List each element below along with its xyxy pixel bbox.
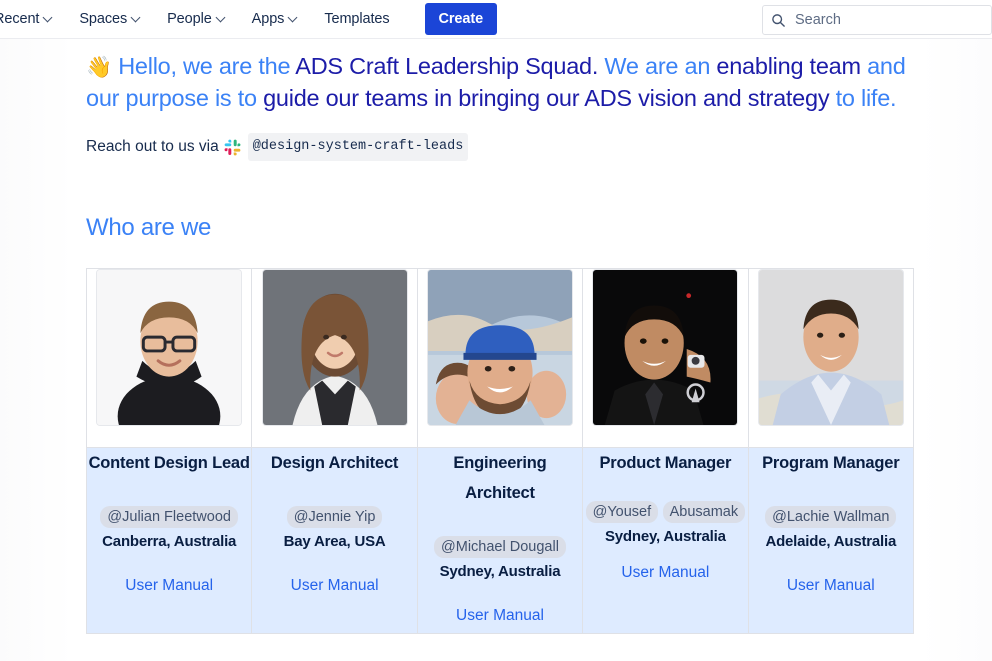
nav-item-apps[interactable]: Apps bbox=[239, 3, 312, 35]
member-mention-wrap: @Michael Dougall bbox=[418, 508, 582, 559]
create-button[interactable]: Create bbox=[424, 3, 498, 35]
user-manual-link[interactable]: User Manual bbox=[583, 562, 747, 584]
member-mention-wrap: @Lachie Wallman bbox=[749, 478, 913, 529]
member-location: Canberra, Australia bbox=[102, 533, 237, 550]
intro-paragraph: 👋 Hello, we are the ADS Craft Leadership… bbox=[86, 51, 914, 113]
search-input[interactable] bbox=[795, 12, 983, 28]
top-navigation-bar: Recent Spaces People Apps Templates Crea… bbox=[0, 0, 992, 39]
intro-segment-2: ADS Craft Leadership Squad. bbox=[295, 53, 599, 79]
section-title-who-are-we: Who are we bbox=[86, 214, 212, 241]
chevron-down-icon bbox=[132, 13, 141, 22]
table-row-photos bbox=[85, 268, 915, 448]
member-role: Design Architect bbox=[270, 454, 399, 472]
reach-out-label: Reach out to us via bbox=[86, 138, 219, 155]
nav-item-people[interactable]: People bbox=[154, 3, 239, 35]
member-mention-wrap: @Julian Fleetwood bbox=[87, 478, 251, 529]
photo-cell-1 bbox=[85, 268, 253, 448]
info-cell-4: Product Manager @Yousef Abusamak Sydney,… bbox=[582, 447, 749, 634]
user-manual-link[interactable]: User Manual bbox=[749, 575, 913, 597]
avatar-julian-fleetwood bbox=[96, 269, 243, 426]
member-mention-line1[interactable]: @Yousef bbox=[585, 501, 659, 523]
info-cell-1: Content Design Lead @Julian Fleetwood Ca… bbox=[85, 447, 253, 634]
member-mention-wrap: @Yousef Abusamak bbox=[583, 478, 747, 524]
member-role: Engineering Architect bbox=[453, 454, 547, 502]
table-row-details: Content Design Lead @Julian Fleetwood Ca… bbox=[85, 447, 915, 634]
member-role: Program Manager bbox=[762, 454, 900, 472]
slack-channel-mention[interactable]: @design-system-craft-leads bbox=[247, 133, 469, 161]
member-role: Content Design Lead bbox=[88, 454, 250, 472]
member-mention-line2[interactable]: Abusamak bbox=[662, 501, 746, 523]
intro-segment-4: enabling team bbox=[716, 53, 861, 79]
search-icon bbox=[772, 13, 785, 27]
nav-items-group: Recent Spaces People Apps Templates Crea… bbox=[0, 0, 498, 39]
info-cell-2: Design Architect @Jennie Yip Bay Area, U… bbox=[251, 447, 418, 634]
intro-segment-1: Hello, we are the bbox=[118, 53, 296, 79]
member-mention[interactable]: @Lachie Wallman bbox=[765, 506, 897, 528]
info-cell-3: Engineering Architect @Michael Dougall S… bbox=[416, 447, 584, 634]
info-cell-5: Program Manager @Lachie Wallman Adelaide… bbox=[747, 447, 915, 634]
slack-logo-icon bbox=[224, 139, 241, 155]
content-column: 👋 Hello, we are the ADS Craft Leadership… bbox=[0, 39, 992, 634]
member-mention[interactable]: @Jennie Yip bbox=[286, 506, 383, 528]
photo-cell-5 bbox=[747, 268, 915, 448]
intro-segment-7: to life. bbox=[829, 85, 897, 111]
intro-segment-6: guide our teams in bringing our ADS visi… bbox=[263, 85, 830, 111]
member-mention[interactable]: @Michael Dougall bbox=[434, 536, 566, 558]
chevron-down-icon bbox=[44, 13, 53, 22]
chevron-down-icon bbox=[289, 13, 298, 22]
reach-out-line: Reach out to us via @design-system-craft… bbox=[86, 133, 914, 161]
nav-item-label: Templates bbox=[324, 11, 390, 27]
member-location: Bay Area, USA bbox=[283, 533, 386, 550]
user-manual-link[interactable]: User Manual bbox=[252, 575, 416, 597]
team-table: Content Design Lead @Julian Fleetwood Ca… bbox=[85, 268, 915, 634]
search-box[interactable] bbox=[762, 5, 992, 35]
nav-item-recent[interactable]: Recent bbox=[0, 3, 66, 35]
nav-item-label: Recent bbox=[0, 11, 40, 27]
nav-item-label: People bbox=[167, 11, 212, 27]
member-location: Adelaide, Australia bbox=[765, 533, 897, 550]
nav-item-templates[interactable]: Templates bbox=[311, 3, 402, 35]
member-location: Sydney, Australia bbox=[604, 528, 726, 545]
user-manual-link[interactable]: User Manual bbox=[418, 605, 582, 627]
avatar-lachie-wallman bbox=[757, 269, 904, 426]
chevron-down-icon bbox=[217, 13, 226, 22]
member-location: Sydney, Australia bbox=[439, 563, 561, 580]
photo-cell-3 bbox=[416, 268, 584, 448]
avatar-michael-dougall bbox=[426, 269, 573, 426]
member-mention[interactable]: @Julian Fleetwood bbox=[100, 506, 238, 528]
page-content-area: 👋 Hello, we are the ADS Craft Leadership… bbox=[0, 39, 992, 661]
intro-segment-3: We are an bbox=[598, 53, 717, 79]
waving-hand-emoji: 👋 bbox=[86, 56, 112, 79]
nav-item-label: Spaces bbox=[79, 11, 128, 27]
nav-item-spaces[interactable]: Spaces bbox=[66, 3, 154, 35]
user-manual-link[interactable]: User Manual bbox=[87, 575, 251, 597]
nav-item-label: Apps bbox=[251, 11, 285, 27]
avatar-yousef-abusamak bbox=[592, 269, 739, 426]
member-role: Product Manager bbox=[599, 454, 732, 472]
photo-cell-2 bbox=[251, 268, 418, 448]
avatar-jennie-yip bbox=[261, 269, 408, 426]
search-container bbox=[762, 5, 992, 35]
member-mention-wrap: @Jennie Yip bbox=[252, 478, 416, 529]
photo-cell-4 bbox=[582, 268, 749, 448]
